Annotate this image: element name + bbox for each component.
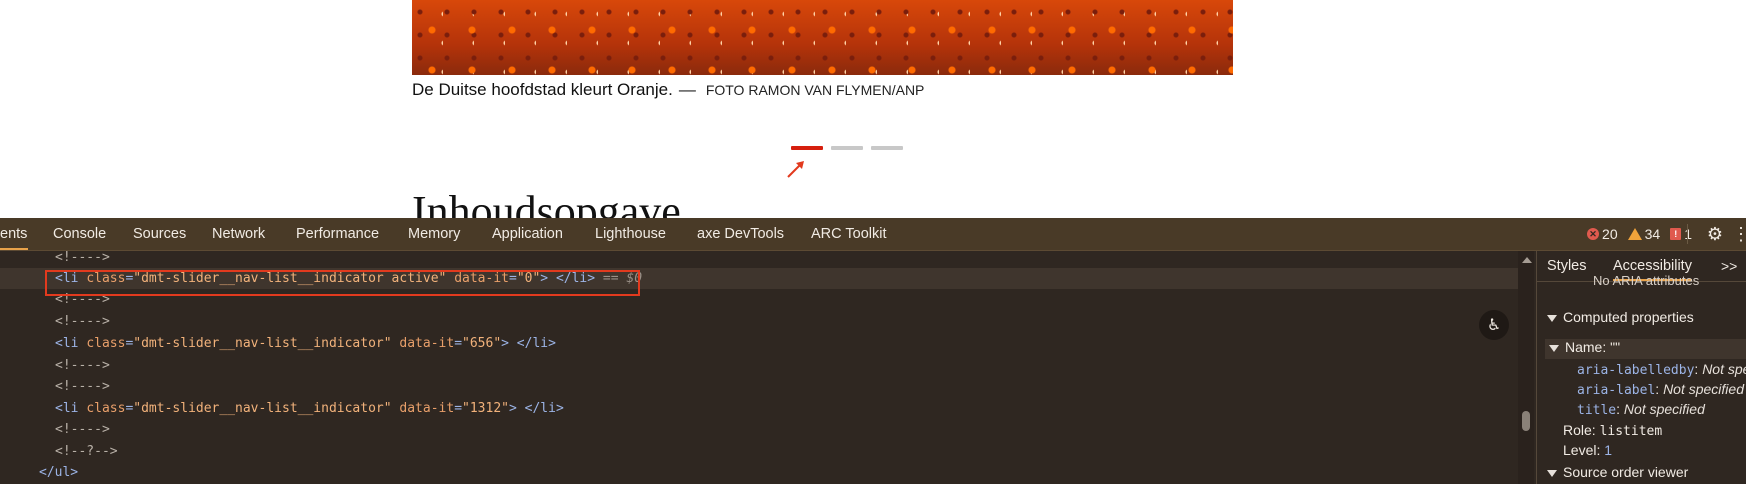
dom-comment-line[interactable]: <!---->: [55, 251, 110, 268]
devtools-tabbar: ents Console Sources Network Performance…: [0, 218, 1746, 251]
photo-credit: FOTO RAMON VAN FLYMEN/ANP: [705, 82, 925, 98]
dom-ul-close-line[interactable]: </ul>: [39, 462, 78, 483]
issue-icon: !: [1670, 228, 1682, 240]
dom-line-indicator-1312[interactable]: <li class="dmt-slider__nav-list__indicat…: [55, 398, 564, 419]
devtools-panel: ents Console Sources Network Performance…: [0, 218, 1746, 484]
computed-properties-header[interactable]: Computed properties: [1547, 309, 1694, 325]
source-order-header[interactable]: Source order viewer: [1547, 464, 1688, 480]
error-counter[interactable]: ✕ 20: [1587, 226, 1618, 242]
scroll-up-icon[interactable]: [1522, 257, 1532, 263]
dom-comment-line[interactable]: <!--?-->: [55, 441, 118, 462]
dom-comment-line[interactable]: <!---->: [55, 419, 110, 440]
tab-arc-toolkit[interactable]: ARC Toolkit: [811, 218, 886, 250]
expand-triangle-icon: [1549, 344, 1559, 352]
issues-counter[interactable]: ! 1: [1670, 226, 1692, 242]
more-tabs-icon[interactable]: >>: [1721, 251, 1737, 281]
error-count: 20: [1602, 226, 1618, 242]
expand-triangle-icon: [1547, 314, 1557, 322]
caption-dash: —: [678, 80, 696, 99]
page-heading: Inhoudsopgave: [412, 187, 681, 219]
caption-text: De Duitse hoofdstad kleurt Oranje.: [412, 80, 673, 99]
annotation-highlight-box: [45, 270, 640, 296]
slider-indicator-2[interactable]: [831, 146, 863, 150]
elements-scrollbar[interactable]: [1518, 251, 1534, 484]
dom-comment-line[interactable]: <!---->: [55, 355, 110, 376]
slider-indicator-1[interactable]: [791, 146, 823, 150]
tab-styles[interactable]: Styles: [1547, 251, 1587, 281]
level-row: Level: 1: [1563, 442, 1613, 458]
name-property[interactable]: Name: "": [1549, 339, 1620, 355]
toolbar-divider: [1687, 224, 1688, 244]
settings-gear-icon[interactable]: ⚙: [1706, 225, 1724, 243]
dom-comment-line[interactable]: <!---->: [55, 311, 110, 332]
tab-axe-devtools[interactable]: axe DevTools: [697, 218, 784, 250]
tab-memory[interactable]: Memory: [408, 218, 460, 250]
tab-application[interactable]: Application: [492, 218, 563, 250]
aria-label-row: aria-label: Not specified: [1577, 381, 1744, 398]
accessibility-sidebar: Styles Accessibility >> No ARIA attribut…: [1536, 251, 1746, 484]
dom-comment-line[interactable]: <!---->: [55, 376, 110, 397]
web-page: De Duitse hoofdstad kleurt Oranje. — FOTO …: [0, 0, 1746, 218]
tab-console[interactable]: Console: [53, 218, 106, 250]
tab-sources[interactable]: Sources: [133, 218, 186, 250]
aria-labelledby-row: aria-labelledby: Not specified: [1577, 361, 1746, 378]
tab-network[interactable]: Network: [212, 218, 265, 250]
aria-attributes-note: No ARIA attributes: [1593, 273, 1700, 288]
error-icon: ✕: [1587, 228, 1600, 240]
article-photo: [412, 0, 1233, 75]
more-options-icon[interactable]: ⋮: [1732, 223, 1746, 245]
warning-count: 34: [1644, 226, 1661, 242]
role-row: Role: listitem: [1563, 422, 1663, 439]
annotation-arrow-icon: [787, 161, 804, 178]
photo-caption: De Duitse hoofdstad kleurt Oranje. — FOTO …: [412, 80, 924, 100]
issue-counters[interactable]: ✕ 20 34 ! 1: [1587, 218, 1692, 250]
tab-lighthouse[interactable]: Lighthouse: [595, 218, 666, 250]
dom-line-indicator-656[interactable]: <li class="dmt-slider__nav-list__indicat…: [55, 333, 556, 354]
slider-nav: [791, 146, 903, 150]
scroll-thumb[interactable]: [1522, 411, 1530, 431]
title-row: title: Not specified: [1577, 401, 1705, 418]
issues-count: 1: [1684, 226, 1692, 242]
warning-counter[interactable]: 34: [1627, 226, 1661, 242]
warning-icon: [1627, 228, 1642, 240]
tab-elements[interactable]: ents: [0, 218, 28, 250]
expand-triangle-icon: [1547, 469, 1557, 477]
tab-performance[interactable]: Performance: [296, 218, 379, 250]
accessibility-icon[interactable]: ♿: [1479, 310, 1509, 340]
slider-indicator-3[interactable]: [871, 146, 903, 150]
